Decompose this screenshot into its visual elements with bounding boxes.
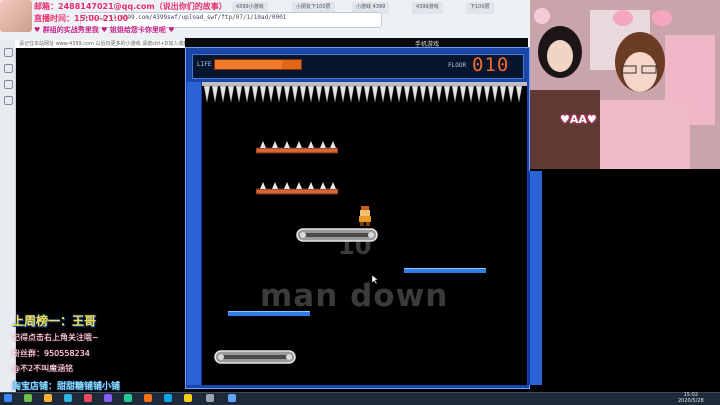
life-bar-fill — [215, 60, 283, 69]
ceiling-spike — [299, 85, 307, 103]
spike-platform — [256, 141, 338, 154]
browser-tab-5[interactable]: 下100层 — [466, 2, 494, 14]
fan-group: 粉丝群：950558234 — [12, 349, 90, 358]
ceiling-spike — [443, 85, 451, 103]
ceiling-bar — [202, 82, 527, 86]
left-wall — [187, 82, 203, 385]
ceiling-spike — [427, 85, 435, 103]
clock-date: 2020/5/28 — [678, 398, 704, 404]
app-icon[interactable] — [84, 394, 92, 402]
normal-platform — [228, 311, 310, 316]
webcam-feed — [530, 0, 720, 169]
ceiling-spike — [347, 85, 355, 103]
browser-icon[interactable] — [64, 394, 72, 402]
normal-platform — [404, 268, 486, 273]
ceiling-spike — [291, 85, 299, 103]
settings-icon[interactable] — [4, 96, 13, 105]
stream-email: 邮箱：2488147021@qq.com（说出你们的故事） — [34, 2, 227, 11]
app-icon[interactable] — [104, 394, 112, 402]
conveyor-platform — [296, 228, 378, 242]
app-icon[interactable] — [124, 394, 132, 402]
ceiling-spike — [379, 85, 387, 103]
ceiling-spike — [283, 85, 291, 103]
floor-value: 010 — [472, 54, 510, 76]
page-notice-text: 请记住本站网址 www.4399.com 以后玩更多的小游戏 请按ctrl+D加… — [19, 41, 189, 47]
weibo-handle: @不2不叫魔涵铭 — [12, 364, 74, 373]
ceiling-spike — [235, 85, 243, 103]
app-icon[interactable] — [164, 394, 172, 402]
mouse-cursor-icon — [372, 275, 378, 284]
app-icon[interactable] — [24, 394, 32, 402]
ceiling-spike — [227, 85, 235, 103]
ceiling-spike — [211, 85, 219, 103]
ceiling-spike — [387, 85, 395, 103]
app-icon[interactable] — [184, 394, 192, 402]
ceiling-spikes — [202, 82, 527, 103]
ceiling-spike — [499, 85, 507, 103]
ceiling-spike — [275, 85, 283, 103]
ceiling-spike — [403, 85, 411, 103]
app-icon[interactable] — [144, 394, 152, 402]
ceiling-spike — [339, 85, 347, 103]
browser-tab-4[interactable]: 4399游戏 — [412, 2, 443, 14]
ceiling-spike — [483, 85, 491, 103]
ceiling-spike — [259, 85, 267, 103]
top-fan-label: 上周榜一：王哥 — [12, 314, 97, 328]
history-icon[interactable] — [4, 64, 13, 73]
ceiling-spike — [459, 85, 467, 103]
ceiling-spike — [395, 85, 403, 103]
ceiling-spike — [371, 85, 379, 103]
streamer-avatar — [0, 0, 32, 32]
empty-panel — [542, 169, 720, 392]
webcam-image — [530, 0, 720, 169]
playfield[interactable]: 10 man down — [202, 82, 527, 385]
life-bar — [214, 59, 302, 70]
ceiling-spike — [515, 85, 523, 103]
conveyor-platform — [214, 350, 296, 364]
ceiling-spike — [411, 85, 419, 103]
game-watermark-text: man down — [260, 278, 449, 314]
spike-platform — [256, 182, 338, 195]
ceiling-spike — [507, 85, 515, 103]
start-icon[interactable] — [4, 394, 12, 402]
ceiling-spike — [243, 85, 251, 103]
stream-tagline: ♥ 群组的实战秀里我 ♥ 姐姐给您卡你里呢 ♥ — [34, 26, 175, 34]
ceiling-spike — [419, 85, 427, 103]
app-icon[interactable] — [206, 394, 214, 402]
system-clock[interactable]: 15:02 2020/5/28 — [678, 392, 704, 404]
ceiling-spike — [355, 85, 363, 103]
ceiling-spike — [315, 85, 323, 103]
ceiling-spike — [435, 85, 443, 103]
ceiling-spike — [203, 85, 211, 103]
ceiling-spike — [251, 85, 259, 103]
ceiling-spike — [467, 85, 475, 103]
ceiling-spike — [491, 85, 499, 103]
shop-link: 淘宝店铺：甜甜糖铺铺小铺 — [12, 382, 121, 392]
favorites-icon[interactable] — [4, 48, 13, 57]
follow-reminder: 记得点击右上角关注哦~ — [12, 333, 99, 342]
life-label: LIFE — [197, 61, 212, 68]
ceiling-spike — [267, 85, 275, 103]
ceiling-spike — [307, 85, 315, 103]
ceiling-spike — [331, 85, 339, 103]
webcam-badge: ♥AA♥ — [560, 113, 597, 126]
ceiling-spike — [323, 85, 331, 103]
game-title-bar — [185, 38, 528, 47]
download-icon[interactable] — [4, 80, 13, 89]
folder-icon[interactable] — [44, 394, 52, 402]
stream-schedule: 直播时间：15:00-21:00 — [34, 14, 129, 23]
ceiling-spike — [475, 85, 483, 103]
player-character — [359, 206, 371, 226]
ceiling-spike — [363, 85, 371, 103]
app-icon[interactable] — [228, 394, 236, 402]
ceiling-spike — [451, 85, 459, 103]
floor-label: FLOOR — [448, 62, 467, 69]
ceiling-spike — [219, 85, 227, 103]
